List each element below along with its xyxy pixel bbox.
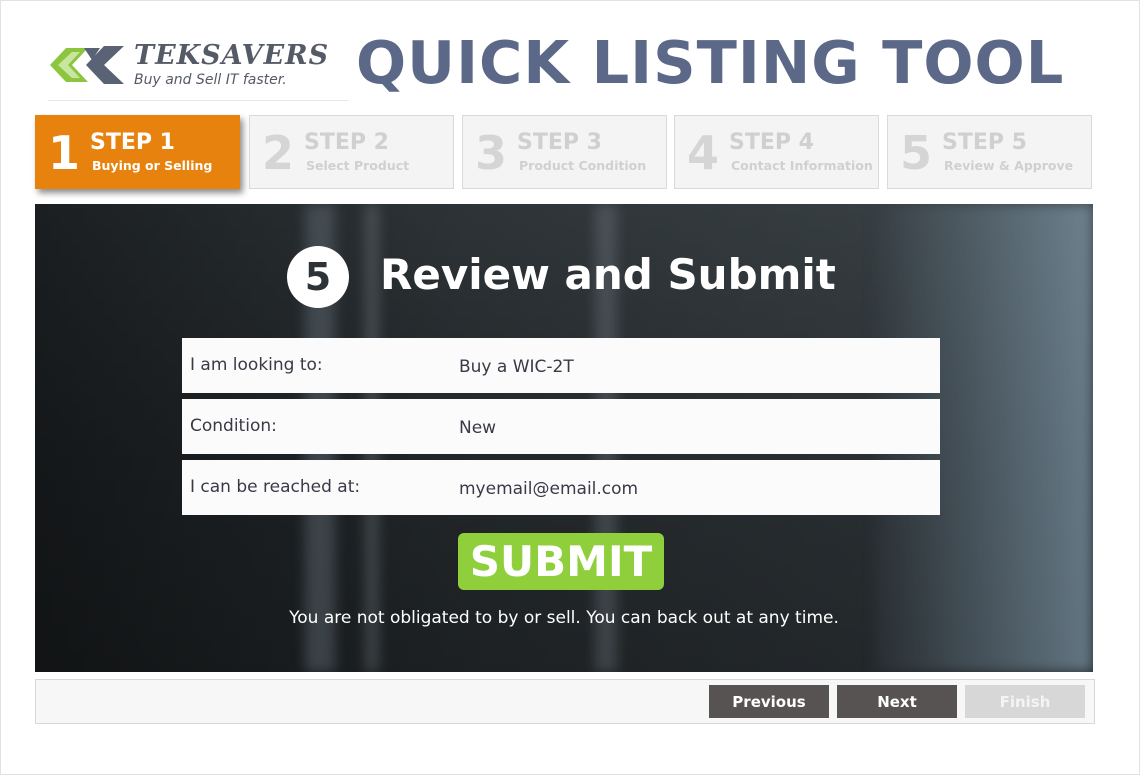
step-number: 2 — [262, 126, 295, 180]
step-title: STEP 1 — [90, 130, 175, 155]
step-title: STEP 5 — [942, 130, 1027, 155]
step-title: STEP 4 — [729, 130, 814, 155]
step-tab-5[interactable]: 5 STEP 5 Review & Approve — [887, 115, 1092, 189]
finish-button[interactable]: Finish — [965, 685, 1085, 718]
step-subtitle: Review & Approve — [944, 158, 1074, 173]
step-number: 5 — [900, 126, 933, 180]
review-row-contact: I can be reached at: myemail@email.com — [182, 460, 940, 515]
row-label: Condition: — [190, 416, 277, 436]
logo-tagline: Buy and Sell IT faster. — [134, 72, 287, 88]
step-tabs: 1 STEP 1 Buying or Selling 2 STEP 2 Sele… — [35, 115, 1095, 191]
step-subtitle: Select Product — [306, 158, 410, 173]
step-tab-2[interactable]: 2 STEP 2 Select Product — [249, 115, 454, 189]
step-number-badge: 5 — [287, 246, 349, 308]
review-row-intent: I am looking to: Buy a WIC-2T — [182, 338, 940, 393]
step-number: 3 — [475, 126, 508, 180]
step-subtitle: Product Condition — [519, 158, 647, 173]
wizard-footer: Previous Next Finish — [35, 679, 1095, 724]
review-row-condition: Condition: New — [182, 399, 940, 454]
row-value: myemail@email.com — [459, 479, 639, 499]
step-subtitle: Buying or Selling — [92, 158, 213, 173]
logo-brand-name: TEKSAVERS — [134, 40, 330, 71]
teksavers-logo-icon — [50, 46, 124, 84]
step-title: STEP 3 — [517, 130, 602, 155]
submit-button[interactable]: SUBMIT — [458, 533, 664, 590]
row-value: New — [459, 418, 497, 438]
disclaimer-text: You are not obligated to by or sell. You… — [289, 608, 839, 628]
step-number: 4 — [687, 126, 720, 180]
row-label: I can be reached at: — [190, 477, 361, 497]
step-subtitle: Contact Information — [731, 158, 873, 173]
row-value: Buy a WIC-2T — [459, 357, 574, 377]
review-heading: 5 Review and Submit — [287, 246, 847, 308]
app-title: QUICK LISTING TOOL — [356, 28, 1065, 97]
review-panel: 5 Review and Submit I am looking to: Buy… — [35, 204, 1093, 672]
step-tab-4[interactable]: 4 STEP 4 Contact Information — [674, 115, 879, 189]
step-number: 1 — [48, 126, 81, 180]
step-title: STEP 2 — [304, 130, 389, 155]
review-title: Review and Submit — [380, 250, 836, 299]
step-tab-1[interactable]: 1 STEP 1 Buying or Selling — [35, 115, 240, 189]
row-label: I am looking to: — [190, 355, 323, 375]
step-tab-3[interactable]: 3 STEP 3 Product Condition — [462, 115, 667, 189]
next-button[interactable]: Next — [837, 685, 957, 718]
logo: TEKSAVERS Buy and Sell IT faster. — [48, 38, 348, 101]
previous-button[interactable]: Previous — [709, 685, 829, 718]
logo-divider — [48, 100, 348, 101]
